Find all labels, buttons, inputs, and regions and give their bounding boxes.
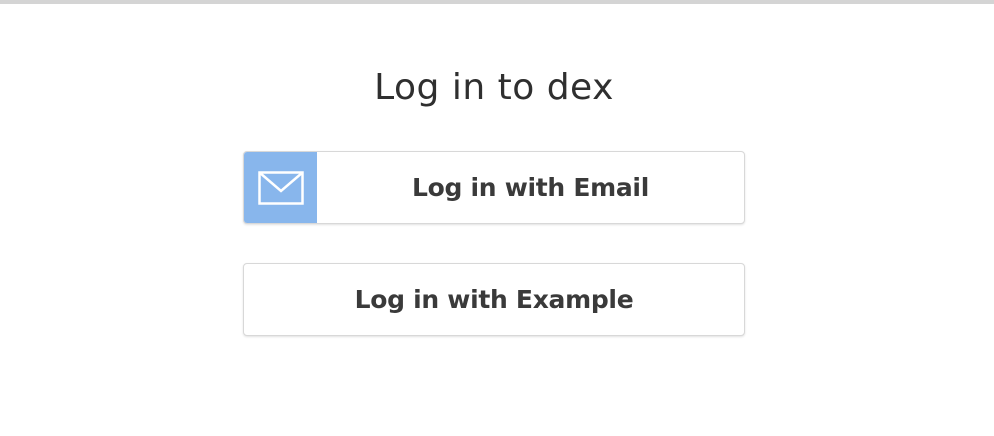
email-icon <box>244 152 317 223</box>
login-with-example-label: Log in with Example <box>354 285 634 314</box>
top-divider <box>0 0 994 4</box>
connector-list: Log in with Email Log in with Example <box>243 151 745 375</box>
login-with-email-button[interactable]: Log in with Email <box>243 151 745 224</box>
login-with-example-button[interactable]: Log in with Example <box>243 263 745 336</box>
login-with-email-label: Log in with Email <box>412 173 649 202</box>
page-title: Log in to dex <box>374 67 614 108</box>
